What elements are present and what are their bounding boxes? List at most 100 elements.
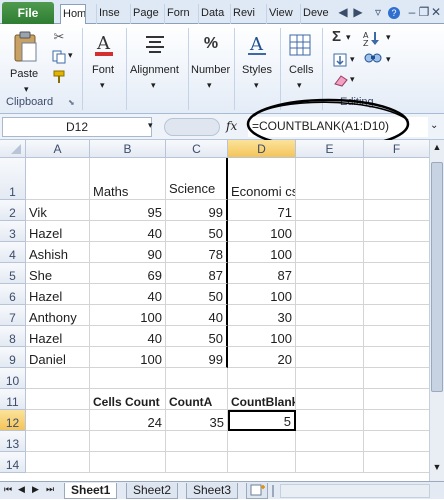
paste-label[interactable]: Paste [10, 68, 38, 80]
grid-cell[interactable] [296, 410, 364, 431]
cells-label[interactable]: Cells [289, 64, 313, 76]
grid-cell[interactable]: 95 [90, 200, 166, 221]
grid-cell[interactable] [26, 389, 90, 410]
alignment-label[interactable]: Alignment [130, 64, 179, 76]
grid-cell[interactable]: Hazel [26, 221, 90, 242]
grid-cell[interactable]: 100 [90, 347, 166, 368]
autosum-dropdown-icon[interactable]: ▾ [346, 32, 351, 43]
grid-cell[interactable] [364, 389, 430, 410]
name-box-dropdown-icon[interactable]: ▾ [148, 120, 153, 131]
clipboard-launcher-icon[interactable]: ⬊ [68, 98, 75, 107]
grid-cell[interactable]: 50 [166, 326, 228, 347]
column-header-f[interactable]: F [364, 140, 430, 158]
file-tab[interactable]: File [2, 2, 54, 24]
grid-cell[interactable] [364, 242, 430, 263]
grid-cell[interactable]: 40 [90, 326, 166, 347]
tab-insert[interactable]: Inse [96, 4, 126, 24]
font-label[interactable]: Font [92, 64, 114, 76]
column-header-e[interactable]: E [296, 140, 364, 158]
grid-cell[interactable]: Economi cs [228, 158, 296, 200]
grid-cell[interactable]: 30 [228, 305, 296, 326]
scroll-down-icon[interactable]: ▼ [431, 462, 443, 474]
grid-cell[interactable]: 100 [228, 284, 296, 305]
grid-cell[interactable]: 100 [228, 221, 296, 242]
scrollbar-thumb[interactable] [431, 162, 443, 392]
grid-cell[interactable] [296, 305, 364, 326]
grid-cell[interactable] [364, 452, 430, 473]
row-header[interactable]: 7 [0, 305, 26, 326]
sheet-tab-sheet1[interactable]: Sheet1 [64, 483, 118, 499]
styles-icon[interactable]: A [244, 30, 270, 60]
grid-cell[interactable]: 87 [228, 263, 296, 284]
grid-cell[interactable] [166, 431, 228, 452]
grid-cell[interactable]: 50 [166, 221, 228, 242]
grid-cell[interactable] [228, 431, 296, 452]
window-close-icon[interactable]: ✕ [430, 6, 442, 18]
tab-data[interactable]: Data [198, 4, 226, 24]
copy-icon[interactable] [52, 50, 66, 64]
grid-cell[interactable] [26, 452, 90, 473]
grid-cell[interactable]: 100 [228, 326, 296, 347]
font-icon[interactable]: A [92, 30, 116, 60]
tab-view[interactable]: View [266, 4, 296, 24]
grid-cell[interactable] [90, 368, 166, 389]
grid-cell[interactable] [26, 368, 90, 389]
grid-cell[interactable] [166, 368, 228, 389]
next-sheet-icon[interactable]: ▶ [32, 484, 39, 495]
grid-cell[interactable]: She [26, 263, 90, 284]
grid-cell[interactable]: 99 [166, 347, 228, 368]
grid-cell[interactable] [90, 431, 166, 452]
grid-cell[interactable] [296, 368, 364, 389]
minimize-ribbon-icon[interactable]: ▿ [372, 6, 384, 18]
horizontal-scrollbar[interactable] [280, 484, 430, 498]
copy-dropdown-icon[interactable]: ▾ [68, 50, 73, 61]
row-header[interactable]: 3 [0, 221, 26, 242]
vertical-scrollbar[interactable]: ▲ ▼ [429, 140, 444, 481]
find-select-icon[interactable] [362, 50, 384, 68]
grid-cell[interactable] [296, 347, 364, 368]
cells-dropdown-icon[interactable]: ▾ [297, 80, 302, 91]
ribbon-scroll-right-icon[interactable]: ▶ [352, 6, 364, 18]
column-header-b[interactable]: B [90, 140, 166, 158]
grid-cell[interactable]: 40 [166, 305, 228, 326]
paste-icon[interactable] [10, 30, 40, 66]
window-restore-icon[interactable]: ❐ [418, 6, 430, 18]
grid-cell[interactable] [296, 221, 364, 242]
grid-cell[interactable] [364, 305, 430, 326]
grid-cell[interactable] [296, 326, 364, 347]
grid-cell[interactable] [296, 200, 364, 221]
grid-cell[interactable]: 99 [166, 200, 228, 221]
grid-cell[interactable]: Hazel [26, 284, 90, 305]
active-cell[interactable]: 5 [228, 410, 296, 431]
grid-cell[interactable] [26, 431, 90, 452]
row-header[interactable]: 9 [0, 347, 26, 368]
alignment-dropdown-icon[interactable]: ▾ [151, 80, 156, 91]
grid-cell[interactable]: 78 [166, 242, 228, 263]
name-box[interactable]: D12 [2, 117, 152, 137]
grid-cell[interactable] [166, 452, 228, 473]
grid-cell[interactable]: 40 [90, 221, 166, 242]
grid-cell[interactable] [364, 158, 430, 200]
ribbon-scroll-left-icon[interactable]: ◀ [337, 6, 349, 18]
alignment-icon[interactable] [144, 32, 166, 56]
grid-cell[interactable]: 69 [90, 263, 166, 284]
cut-icon[interactable]: ✂ [52, 29, 66, 44]
grid-cell[interactable] [364, 263, 430, 284]
grid-cell[interactable] [228, 368, 296, 389]
format-painter-icon[interactable] [52, 70, 66, 84]
grid-cell[interactable]: Science [166, 158, 228, 200]
tab-page-layout[interactable]: Page [130, 4, 160, 24]
grid-cell[interactable]: Anthony [26, 305, 90, 326]
fill-dropdown-icon[interactable]: ▾ [350, 54, 355, 65]
number-format-icon[interactable]: % [200, 32, 222, 56]
grid-cell[interactable] [364, 347, 430, 368]
grid-cell[interactable] [364, 284, 430, 305]
grid-cell[interactable] [228, 452, 296, 473]
insert-function-icon[interactable]: fx [226, 119, 237, 133]
row-header[interactable]: 14 [0, 452, 26, 473]
grid-cell[interactable] [364, 431, 430, 452]
clear-icon[interactable] [332, 72, 350, 88]
grid-cell[interactable]: Vik [26, 200, 90, 221]
grid-cell[interactable]: CountA [166, 389, 228, 410]
row-header[interactable]: 6 [0, 284, 26, 305]
